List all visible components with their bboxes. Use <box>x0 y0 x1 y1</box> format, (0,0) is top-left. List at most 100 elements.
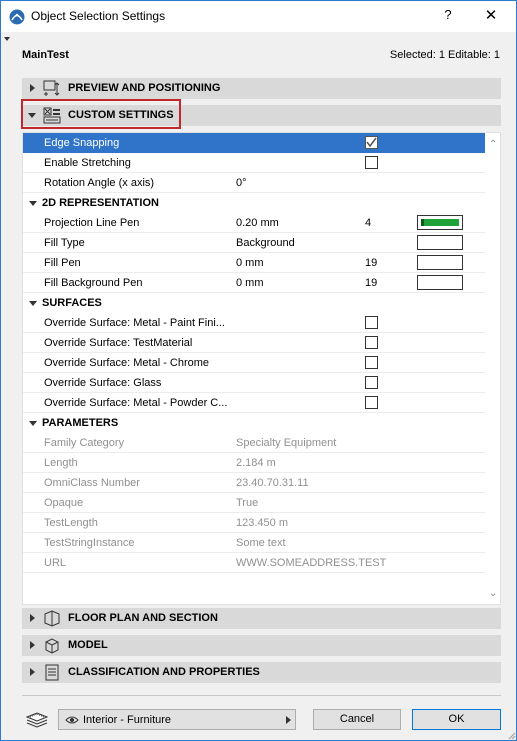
row-surface-override[interactable]: Override Surface: Metal - Chrome <box>23 353 485 373</box>
group-2d-representation[interactable]: 2D REPRESENTATION <box>23 193 485 213</box>
row-value: Specialty Equipment <box>236 437 337 449</box>
row-label: Override Surface: Metal - Powder C... <box>44 397 228 409</box>
highlight-box <box>21 99 181 129</box>
pen-number[interactable]: 19 <box>365 277 377 289</box>
classification-icon <box>45 664 59 681</box>
cancel-button[interactable]: Cancel <box>313 709 401 730</box>
group-label: PARAMETERS <box>42 417 119 429</box>
rotation-angle-value[interactable]: 0° <box>236 177 247 189</box>
section-label: PREVIEW AND POSITIONING <box>68 82 221 94</box>
row-edge-snapping[interactable]: Edge Snapping <box>23 133 485 153</box>
row-label: TestLength <box>44 517 98 529</box>
pen-color-swatch[interactable] <box>417 255 463 270</box>
row-label: Fill Background Pen <box>44 277 143 289</box>
row-value: True <box>236 497 259 509</box>
row-fill-type[interactable]: Fill Type Background <box>23 233 485 253</box>
row-enable-stretching[interactable]: Enable Stretching <box>23 153 485 173</box>
group-surfaces[interactable]: SURFACES <box>23 293 485 313</box>
resize-grip-icon[interactable] <box>507 731 516 740</box>
row-label: OmniClass Number <box>44 477 140 489</box>
group-parameters[interactable]: PARAMETERS <box>23 413 485 433</box>
custom-settings-panel: Edge Snapping Enable Stretching Rotation… <box>22 132 501 605</box>
row-fill-background-pen[interactable]: Fill Background Pen 0 mm 19 <box>23 273 485 293</box>
row-parameter: TestLength 123.450 m <box>23 513 485 533</box>
surface-checkbox[interactable] <box>365 396 378 409</box>
row-parameter: TestStringInstance Some text <box>23 533 485 553</box>
row-projection-line-pen[interactable]: Projection Line Pen 0.20 mm 4 <box>23 213 485 233</box>
row-value[interactable]: 0 mm <box>236 257 264 269</box>
chevron-right-icon <box>286 716 291 724</box>
row-label: Rotation Angle (x axis) <box>44 177 155 189</box>
preview-positioning-icon <box>43 80 60 96</box>
pen-color-swatch[interactable] <box>417 215 463 230</box>
layer-dropdown[interactable]: Interior - Furniture <box>58 709 296 730</box>
help-button[interactable]: ? <box>438 7 458 25</box>
row-label: Enable Stretching <box>44 157 131 169</box>
row-surface-override[interactable]: Override Surface: Glass <box>23 373 485 393</box>
row-value: Some text <box>236 537 286 549</box>
row-rotation-angle[interactable]: Rotation Angle (x axis) 0° <box>23 173 485 193</box>
fill-type-swatch[interactable] <box>417 235 463 250</box>
row-value[interactable]: 0 mm <box>236 277 264 289</box>
section-preview-positioning[interactable]: PREVIEW AND POSITIONING <box>22 78 501 99</box>
archicad-logo-icon <box>9 9 25 25</box>
row-parameter: Opaque True <box>23 493 485 513</box>
section-classification[interactable]: CLASSIFICATION AND PROPERTIES <box>22 662 501 683</box>
row-label: Length <box>44 457 78 469</box>
scroll-up-arrow-icon[interactable]: ⌃ <box>489 139 497 150</box>
row-label: Fill Pen <box>44 257 81 269</box>
group-label: 2D REPRESENTATION <box>42 197 159 209</box>
pen-color-swatch[interactable] <box>417 275 463 290</box>
layer-dropdown-label: Interior - Furniture <box>83 714 172 726</box>
row-label: Override Surface: Glass <box>44 377 162 389</box>
object-name: MainTest <box>22 49 69 61</box>
section-label: MODEL <box>68 639 108 651</box>
expand-arrow-icon <box>30 641 35 649</box>
collapse-arrow-icon <box>29 421 37 426</box>
pen-number[interactable]: 4 <box>365 217 371 229</box>
row-surface-override[interactable]: Override Surface: Metal - Powder C... <box>23 393 485 413</box>
row-divider <box>23 572 485 573</box>
row-value[interactable]: Background <box>236 237 295 249</box>
row-fill-pen[interactable]: Fill Pen 0 mm 19 <box>23 253 485 273</box>
row-value: 2.184 m <box>236 457 276 469</box>
row-label: Family Category <box>44 437 125 449</box>
row-parameter: Family Category Specialty Equipment <box>23 433 485 453</box>
row-value: 23.40.70.31.11 <box>236 477 309 489</box>
row-value[interactable]: 0.20 mm <box>236 217 279 229</box>
eye-icon <box>65 716 79 724</box>
row-label: URL <box>44 557 67 569</box>
collapse-corner-icon[interactable] <box>4 37 10 41</box>
row-surface-override[interactable]: Override Surface: Metal - Paint Fini... <box>23 313 485 333</box>
ok-button[interactable]: OK <box>412 709 501 730</box>
surface-checkbox[interactable] <box>365 316 378 329</box>
checkmark-icon <box>366 137 377 148</box>
section-floor-plan[interactable]: FLOOR PLAN AND SECTION <box>22 608 501 629</box>
row-label: Fill Type <box>44 237 85 249</box>
surface-checkbox[interactable] <box>365 356 378 369</box>
group-label: SURFACES <box>42 297 102 309</box>
edge-snapping-checkbox[interactable] <box>365 136 378 149</box>
section-model[interactable]: MODEL <box>22 635 501 656</box>
row-label: Override Surface: Metal - Chrome <box>44 357 210 369</box>
surface-checkbox[interactable] <box>365 376 378 389</box>
pen-number[interactable]: 19 <box>365 257 377 269</box>
row-label: Edge Snapping <box>44 137 120 149</box>
scroll-down-arrow-icon[interactable]: ⌄ <box>489 588 497 599</box>
footer-divider <box>22 695 501 696</box>
row-label: Override Surface: Metal - Paint Fini... <box>44 317 225 329</box>
section-label: CLASSIFICATION AND PROPERTIES <box>68 666 260 678</box>
expand-arrow-icon <box>30 84 35 92</box>
collapse-arrow-icon <box>29 301 37 306</box>
row-surface-override[interactable]: Override Surface: TestMaterial <box>23 333 485 353</box>
expand-arrow-icon <box>30 614 35 622</box>
row-label: Projection Line Pen <box>44 217 140 229</box>
title-bar[interactable]: Object Selection Settings ? ✕ <box>1 1 516 32</box>
surface-checkbox[interactable] <box>365 336 378 349</box>
row-parameter: Length 2.184 m <box>23 453 485 473</box>
row-parameter: OmniClass Number 23.40.70.31.11 <box>23 473 485 493</box>
close-button[interactable]: ✕ <box>481 6 501 26</box>
window-title: Object Selection Settings <box>31 9 166 23</box>
floor-plan-icon <box>44 610 60 627</box>
enable-stretching-checkbox[interactable] <box>365 156 378 169</box>
